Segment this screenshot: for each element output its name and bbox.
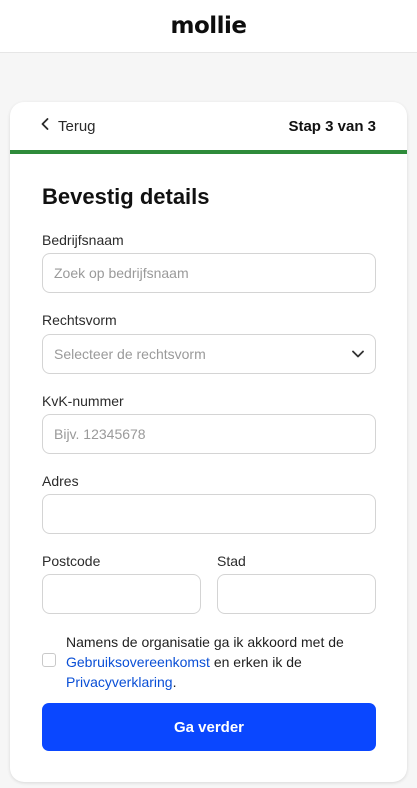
privacy-link[interactable]: Privacyverklaring <box>66 674 173 690</box>
consent-text-part: Namens de organisatie ga ik akkoord met … <box>66 634 344 650</box>
address-input[interactable] <box>42 494 376 534</box>
progress-bar <box>10 150 407 154</box>
city-label: Stad <box>217 553 246 569</box>
page-title: Bevestig details <box>42 184 210 209</box>
card-header: Terug Stap 3 van 3 <box>10 102 407 150</box>
terms-link[interactable]: Gebruiksovereenkomst <box>66 654 210 670</box>
legal-form-select[interactable]: Selecteer de rechtsvorm <box>42 334 376 374</box>
chevron-left-icon <box>41 117 49 135</box>
address-label: Adres <box>42 473 79 489</box>
form-card: Terug Stap 3 van 3 Bevestig details Bedr… <box>10 102 407 782</box>
legal-form-placeholder: Selecteer de rechtsvorm <box>54 346 206 362</box>
legal-form-label: Rechtsvorm <box>42 312 117 328</box>
back-button[interactable]: Terug <box>41 117 96 135</box>
consent-text-end: . <box>172 674 177 690</box>
consent-text-part: en erken ik de <box>213 654 302 670</box>
back-label: Terug <box>58 117 96 135</box>
postcode-input[interactable] <box>42 574 201 614</box>
consent-checkbox[interactable] <box>42 653 56 667</box>
continue-button[interactable]: Ga verder <box>42 703 376 751</box>
mollie-logo: mollie <box>170 13 247 39</box>
chevron-down-icon <box>352 345 364 363</box>
step-indicator: Stap 3 van 3 <box>288 117 376 135</box>
city-input[interactable] <box>217 574 376 614</box>
postcode-label: Postcode <box>42 553 101 569</box>
kvk-number-input[interactable] <box>42 414 376 454</box>
company-search-input[interactable] <box>42 253 376 293</box>
consent-text: Namens de organisatie ga ik akkoord met … <box>66 632 378 692</box>
company-label: Bedrijfsnaam <box>42 232 124 248</box>
kvk-label: KvK-nummer <box>42 393 124 409</box>
top-bar: mollie <box>0 0 417 53</box>
